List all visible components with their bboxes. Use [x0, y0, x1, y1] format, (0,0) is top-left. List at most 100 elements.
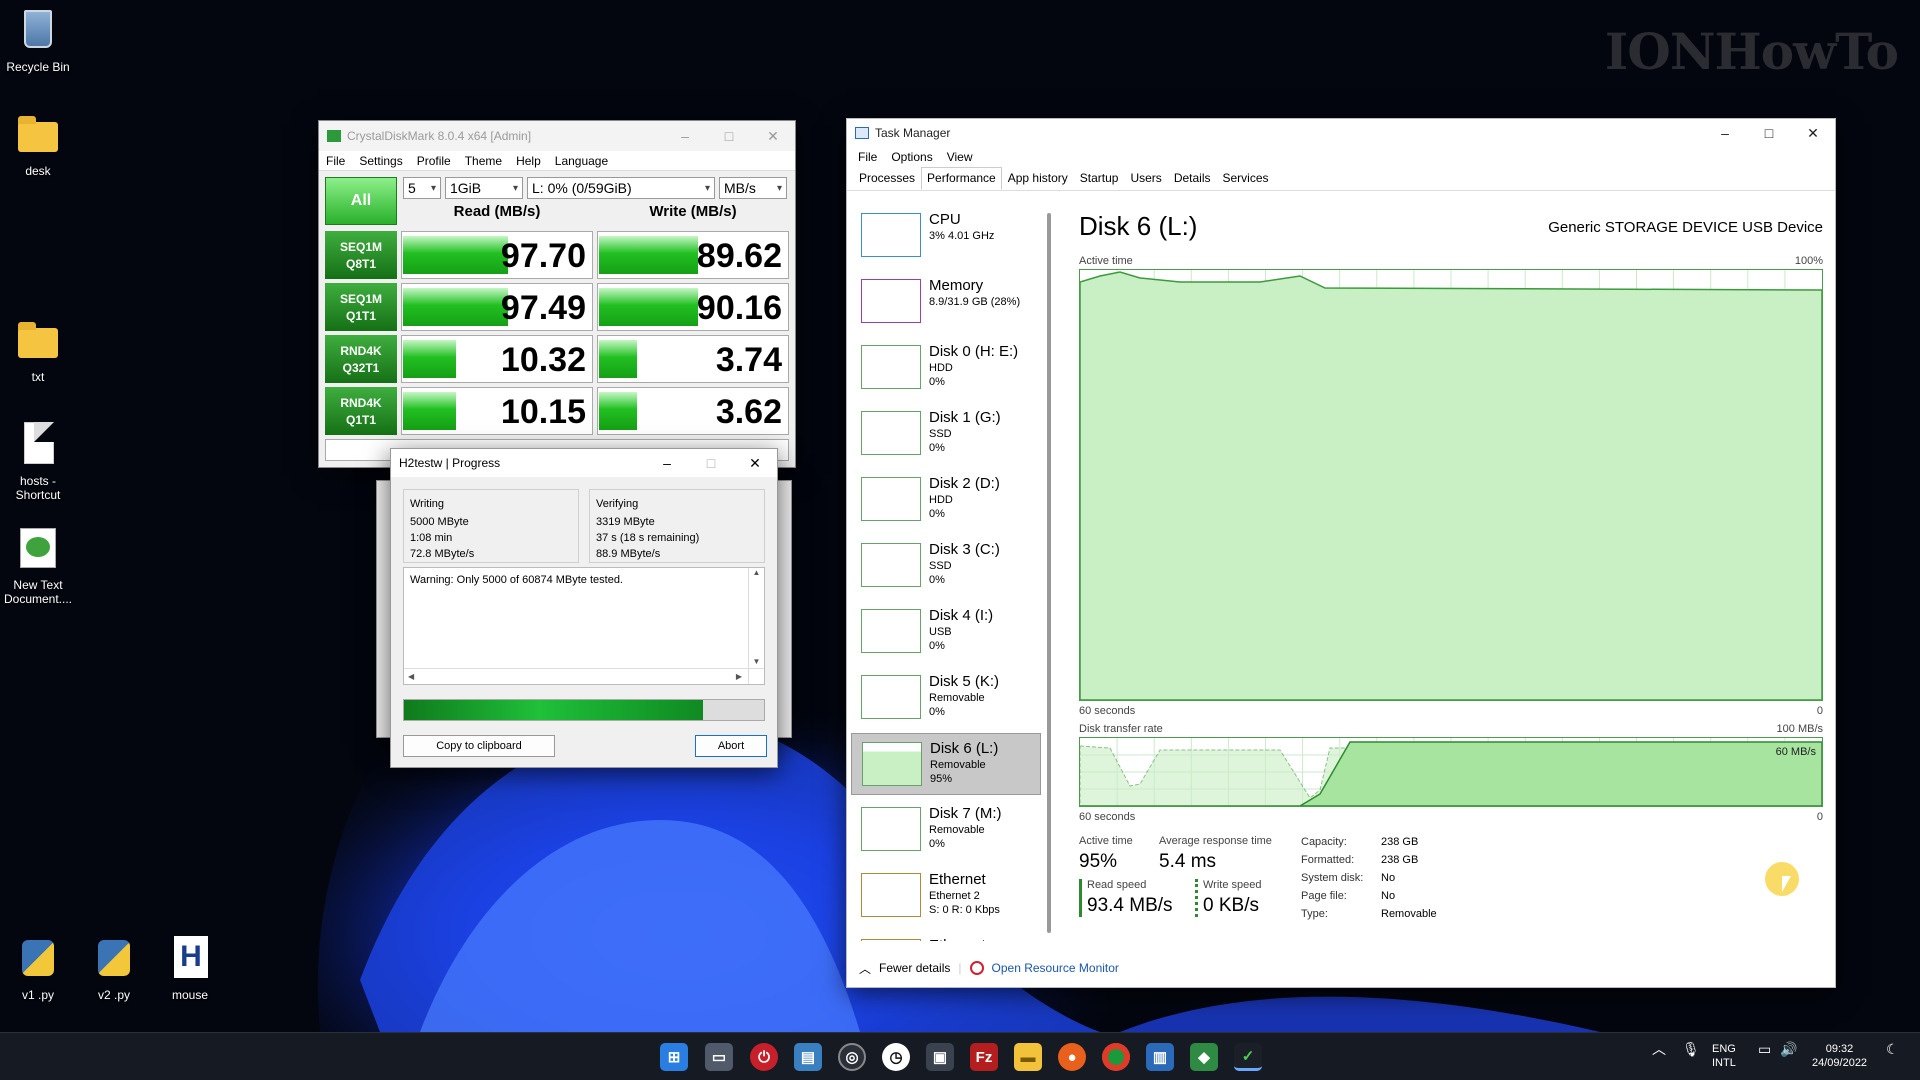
- sidebar-item[interactable]: Disk 1 (G:) SSD 0%: [851, 403, 1041, 465]
- tab-details[interactable]: Details: [1168, 167, 1217, 190]
- sidebar-item-name: Ethernet: [929, 871, 986, 888]
- notifications-icon[interactable]: ☾: [1886, 1042, 1899, 1056]
- desktop-icon-txt[interactable]: txt: [0, 316, 76, 384]
- volume-icon[interactable]: 🔊: [1780, 1042, 1797, 1056]
- tab-processes[interactable]: Processes: [853, 167, 921, 190]
- menu-theme[interactable]: Theme: [458, 154, 509, 168]
- desktop-icon-new-text-document[interactable]: New Text Document....: [0, 524, 76, 606]
- test-button[interactable]: RND4K Q1T1: [325, 387, 397, 435]
- menu-options[interactable]: Options: [884, 150, 939, 164]
- chevron-down-icon: ▾: [776, 182, 782, 194]
- log-textbox[interactable]: Warning: Only 5000 of 60874 MByte tested…: [403, 567, 765, 685]
- task-manager-icon: [855, 127, 869, 139]
- language-indicator[interactable]: ENG INTL: [1712, 1042, 1736, 1070]
- menu-profile[interactable]: Profile: [410, 154, 458, 168]
- power-app-icon[interactable]: ⏻: [750, 1043, 778, 1071]
- test-button[interactable]: RND4K Q32T1: [325, 335, 397, 383]
- desktop-icon-mouse[interactable]: H mouse: [152, 934, 228, 1002]
- filezilla-icon[interactable]: Fz: [970, 1043, 998, 1071]
- task-manager-taskbar-icon[interactable]: ▥: [1146, 1043, 1174, 1071]
- tab-users[interactable]: Users: [1124, 167, 1167, 190]
- show-hidden-icons-chevron[interactable]: ︿: [1652, 1042, 1666, 1056]
- abort-button[interactable]: Abort: [695, 735, 767, 757]
- minimize-icon[interactable]: –: [645, 448, 689, 478]
- drive-select[interactable]: L: 0% (0/59GiB) ▾: [527, 177, 715, 199]
- write-bar: [599, 288, 698, 326]
- sidebar-scrollbar[interactable]: [1047, 213, 1051, 933]
- minimize-icon[interactable]: –: [1703, 118, 1747, 148]
- sidebar-item[interactable]: Disk 6 (L:) Removable 95%: [851, 733, 1041, 795]
- scroll-left-icon[interactable]: ◀: [408, 672, 414, 681]
- disk-app-icon[interactable]: ◎: [838, 1043, 866, 1071]
- title-bar[interactable]: H2testw | Progress – □ ✕: [391, 449, 777, 477]
- maximize-icon[interactable]: □: [707, 121, 751, 151]
- file-explorer-icon[interactable]: ▬: [1014, 1043, 1042, 1071]
- maximize-icon[interactable]: □: [689, 448, 733, 478]
- copy-to-clipboard-button[interactable]: Copy to clipboard: [403, 735, 555, 757]
- menu-view[interactable]: View: [940, 150, 980, 164]
- menu-settings[interactable]: Settings: [352, 154, 409, 168]
- close-icon[interactable]: ✕: [1791, 118, 1835, 148]
- sidebar-item[interactable]: Disk 2 (D:) HDD 0%: [851, 469, 1041, 531]
- test-name: SEQ1M: [339, 240, 382, 254]
- sidebar-item[interactable]: Ethernet Ethernet 2 S: 0 R: 0 Kbps: [851, 865, 1041, 927]
- tab-performance[interactable]: Performance: [921, 167, 1002, 190]
- start-windows-icon[interactable]: ⊞: [660, 1043, 688, 1071]
- h2testw-taskbar-icon[interactable]: ✓: [1234, 1043, 1262, 1071]
- sidebar-item-usage: 95%: [930, 773, 953, 785]
- close-icon[interactable]: ✕: [751, 121, 795, 151]
- menu-file[interactable]: File: [319, 154, 352, 168]
- sidebar-item[interactable]: Disk 0 (H: E:) HDD 0%: [851, 337, 1041, 399]
- device-manager-icon[interactable]: ▣: [926, 1043, 954, 1071]
- microphone-icon[interactable]: 🎙: [1682, 1042, 1700, 1056]
- maximize-icon[interactable]: □: [1747, 118, 1791, 148]
- menu-help[interactable]: Help: [509, 154, 548, 168]
- sidebar-item-sub: SSD: [929, 428, 952, 440]
- fewer-details-link[interactable]: Fewer details: [879, 961, 950, 975]
- menu-language[interactable]: Language: [548, 154, 615, 168]
- close-icon[interactable]: ✕: [733, 448, 777, 478]
- tab-app-history[interactable]: App history: [1002, 167, 1074, 190]
- sidebar-item[interactable]: Disk 3 (C:) SSD 0%: [851, 535, 1041, 597]
- chevron-up-icon[interactable]: ︿: [859, 960, 871, 977]
- sidebar-item[interactable]: Disk 4 (I:) USB 0%: [851, 601, 1041, 663]
- desktop-icon-hosts-shortcut[interactable]: hosts - Shortcut: [0, 420, 76, 502]
- test-button[interactable]: SEQ1M Q8T1: [325, 231, 397, 279]
- clock[interactable]: 09:32 24/09/2022: [1812, 1042, 1867, 1070]
- sidebar-item[interactable]: Disk 7 (M:) Removable 0%: [851, 799, 1041, 861]
- title-bar[interactable]: CrystalDiskMark 8.0.4 x64 [Admin] – □ ✕: [319, 121, 795, 151]
- count-select[interactable]: 5 ▾: [403, 177, 441, 199]
- tab-services[interactable]: Services: [1217, 167, 1275, 190]
- all-button[interactable]: All: [325, 177, 397, 225]
- title-bar[interactable]: Task Manager – □ ✕: [847, 119, 1835, 147]
- size-select[interactable]: 1GiB ▾: [445, 177, 523, 199]
- stopwatch-icon[interactable]: ◷: [882, 1043, 910, 1071]
- desktop-icon-v1-py[interactable]: v1 .py: [0, 934, 76, 1002]
- monitor-app-icon[interactable]: ▤: [794, 1043, 822, 1071]
- sidebar-item[interactable]: Ethernet: [851, 931, 1041, 941]
- test-button[interactable]: SEQ1M Q1T1: [325, 283, 397, 331]
- crystaldiskmark-taskbar-icon[interactable]: ◆: [1190, 1043, 1218, 1071]
- unit-select[interactable]: MB/s ▾: [719, 177, 787, 199]
- desktop-icon-v2-py[interactable]: v2 .py: [76, 934, 152, 1002]
- tab-startup[interactable]: Startup: [1074, 167, 1125, 190]
- sidebar-item[interactable]: CPU 3% 4.01 GHz: [851, 205, 1041, 267]
- transfer-mark: 60 MB/s: [1775, 746, 1816, 758]
- horizontal-scrollbar[interactable]: ◀ ▶: [404, 668, 764, 684]
- open-resource-monitor-link[interactable]: Open Resource Monitor: [992, 961, 1119, 975]
- firefox-icon[interactable]: ●: [1058, 1043, 1086, 1071]
- scroll-down-icon[interactable]: ▼: [749, 657, 764, 666]
- desktop-icon-desk[interactable]: desk: [0, 110, 76, 178]
- desktop-icon-recycle-bin[interactable]: Recycle Bin: [0, 6, 76, 74]
- menu-file[interactable]: File: [851, 150, 884, 164]
- minimize-icon[interactable]: –: [663, 121, 707, 151]
- sidebar-item[interactable]: Disk 5 (K:) Removable 0%: [851, 667, 1041, 729]
- network-icon[interactable]: ▭: [1758, 1042, 1771, 1056]
- menu-bar: File Options View: [847, 147, 1835, 167]
- chrome-icon[interactable]: [1102, 1043, 1130, 1071]
- sidebar-item[interactable]: Memory 8.9/31.9 GB (28%): [851, 271, 1041, 333]
- scroll-right-icon[interactable]: ▶: [736, 672, 742, 681]
- vertical-scrollbar[interactable]: ▲ ▼: [748, 568, 764, 684]
- task-view-icon[interactable]: ▭: [705, 1043, 733, 1071]
- scroll-up-icon[interactable]: ▲: [749, 568, 764, 577]
